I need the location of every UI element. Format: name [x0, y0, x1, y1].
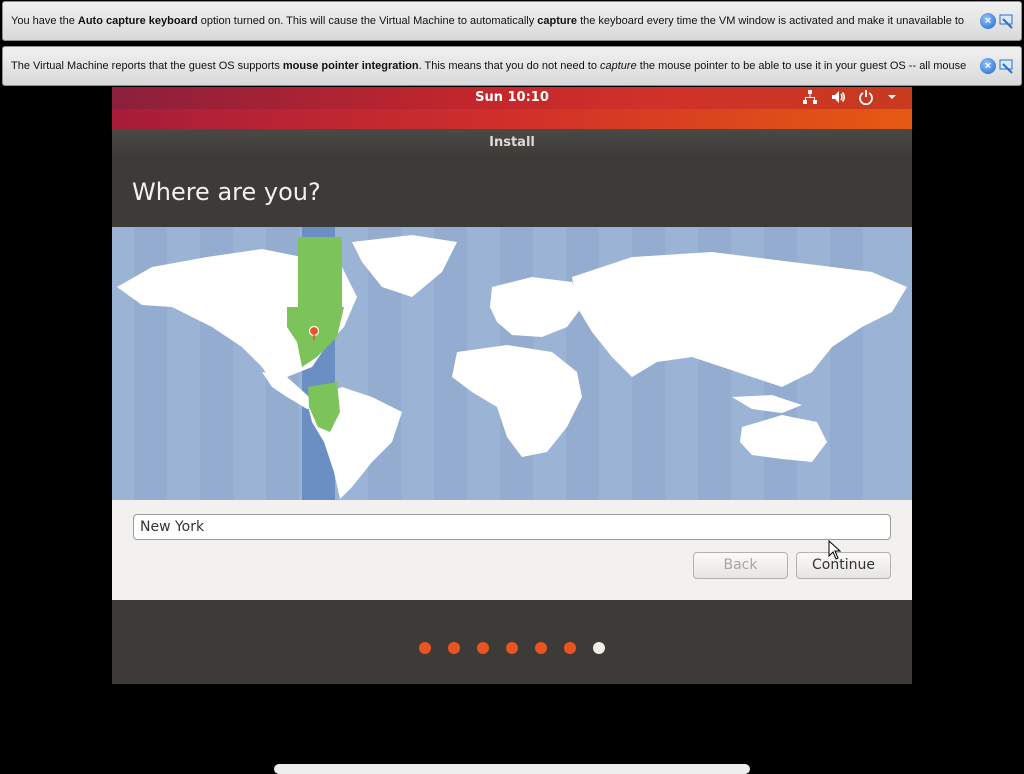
close-icon[interactable]: × [980, 13, 996, 29]
progress-dot [535, 642, 547, 654]
progress-dot [593, 642, 605, 654]
vbox-notice-mouse: The Virtual Machine reports that the gue… [2, 46, 1022, 86]
volume-icon[interactable] [830, 89, 846, 109]
dock-handle [274, 764, 750, 774]
back-button[interactable]: Back [693, 552, 788, 579]
vbox-notice-mouse-text: The Virtual Machine reports that the gue… [11, 60, 967, 72]
network-icon[interactable] [802, 89, 818, 109]
timezone-map[interactable] [112, 227, 912, 500]
mouse-cursor-icon [828, 539, 842, 564]
power-icon[interactable] [858, 89, 874, 109]
location-input[interactable] [133, 514, 891, 540]
vbox-notice-keyboard: You have the Auto capture keyboard optio… [2, 1, 1022, 41]
system-tray[interactable] [802, 89, 898, 109]
desktop-wallpaper [112, 109, 912, 129]
do-not-show-again-icon[interactable] [999, 13, 1015, 29]
window-title: Install [112, 129, 912, 157]
chevron-down-icon[interactable] [886, 91, 898, 107]
progress-dot [506, 642, 518, 654]
installer-window: Install Where are you? New York Back Con… [112, 129, 912, 684]
clock[interactable]: Sun 10:10 [112, 90, 912, 105]
page-title: Where are you? [112, 157, 912, 227]
progress-dot [564, 642, 576, 654]
continue-button[interactable]: Continue [796, 552, 891, 579]
location-form: Back Continue [112, 500, 912, 600]
close-icon[interactable]: × [980, 58, 996, 74]
progress-dot [477, 642, 489, 654]
do-not-show-again-icon[interactable] [999, 58, 1015, 74]
vbox-notice-keyboard-text: You have the Auto capture keyboard optio… [11, 15, 965, 27]
progress-dots [112, 642, 912, 654]
progress-dot [419, 642, 431, 654]
top-panel: Sun 10:10 [112, 87, 912, 109]
progress-dot [448, 642, 460, 654]
